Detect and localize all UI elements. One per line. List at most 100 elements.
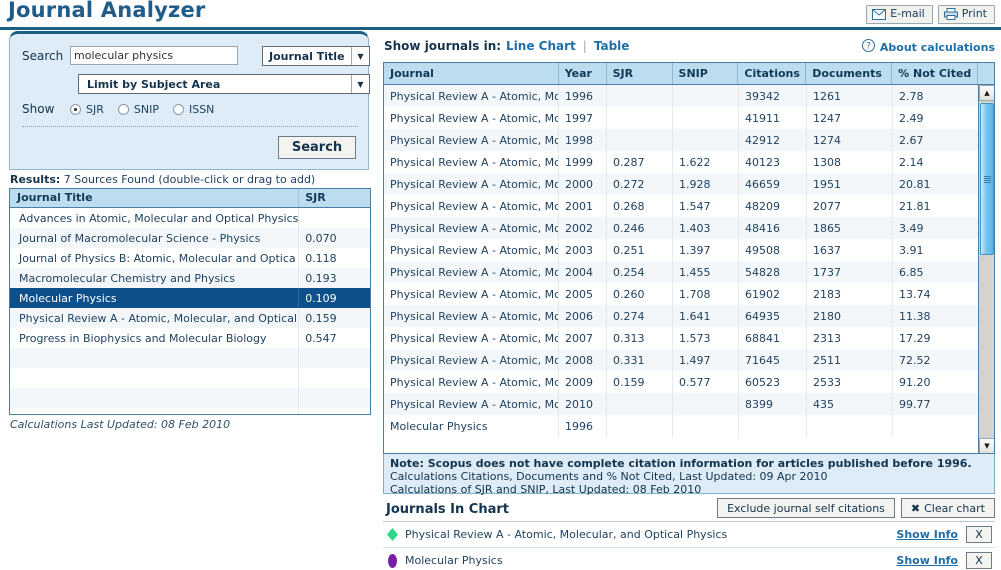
cell-citations: 39342 — [739, 85, 807, 107]
data-table-scrollbar[interactable]: ▲ ▼ — [978, 85, 994, 453]
cell-pct-not-cited: 11.38 — [899, 309, 931, 323]
column-year[interactable]: Year — [559, 63, 607, 84]
table-row[interactable]: Physical Review A - Atomic, Mc 2006 0.274 1… — [384, 305, 979, 327]
cell-snip: 1.708 — [673, 283, 739, 305]
show-info-link[interactable]: Show Info — [896, 528, 958, 541]
tab-line-chart[interactable]: Line Chart — [506, 39, 576, 53]
cell-citations: 49508 — [739, 239, 807, 261]
print-button[interactable]: Print — [937, 5, 995, 24]
results-row-empty — [10, 388, 370, 408]
cell-pct-not-cited: 20.81 — [899, 177, 931, 191]
results-row[interactable]: Progress in Biophysics and Molecular Bio… — [10, 328, 370, 348]
cell-snip — [673, 393, 739, 415]
cell-citations: 48209 — [739, 195, 807, 217]
cell-sjr: 0.159 — [607, 371, 673, 393]
email-button[interactable]: E-mail — [866, 5, 933, 24]
table-row[interactable]: Physical Review A - Atomic, Mc 2008 0.331 1… — [384, 349, 979, 371]
cell-snip: 1.497 — [673, 349, 739, 371]
radio-label-sjr: SJR — [86, 102, 104, 116]
show-info-link[interactable]: Show Info — [896, 554, 958, 567]
cell-snip: 1.455 — [673, 261, 739, 283]
journals-in-chart-actions: Exclude journal self citations ✖ Clear c… — [717, 498, 995, 518]
chart-legend-row: Physical Review A - Atomic, Molecular, a… — [383, 522, 995, 548]
column-pct-not-cited[interactable]: % Not Cited — [892, 63, 979, 84]
table-row[interactable]: Physical Review A - Atomic, Mc 2009 0.159 0… — [384, 371, 979, 393]
cell-journal: Physical Review A - Atomic, Mc — [384, 151, 559, 173]
results-row-sjr: 0.193 — [305, 271, 337, 285]
radio-label-snip: SNIP — [133, 102, 159, 116]
results-row[interactable]: Physical Review A - Atomic, Molecular, a… — [10, 308, 370, 328]
clear-chart-button[interactable]: ✖ Clear chart — [900, 498, 995, 518]
tab-table[interactable]: Table — [594, 39, 630, 53]
column-journal[interactable]: Journal — [384, 63, 559, 84]
cell-documents — [807, 415, 893, 437]
search-row: Search — [22, 46, 238, 65]
table-row[interactable]: Physical Review A - Atomic, Mc 1997 41911 1… — [384, 107, 979, 129]
cell-journal: Physical Review A - Atomic, Mc — [384, 107, 559, 129]
radio-option-issn[interactable]: ISSN — [172, 103, 214, 116]
column-documents[interactable]: Documents — [806, 63, 893, 84]
cell-sjr: 0.268 — [607, 195, 673, 217]
radio-option-sjr[interactable]: SJR — [70, 103, 104, 116]
results-table: Journal Title SJR Advances in Atomic, Mo… — [9, 188, 371, 415]
results-summary: Results: 7 Sources Found (double-click o… — [10, 173, 315, 186]
cell-snip — [673, 415, 739, 437]
cell-snip: 1.573 — [673, 327, 739, 349]
column-snip[interactable]: SNIP — [673, 63, 739, 84]
cell-pct-not-cited: 99.77 — [899, 397, 931, 411]
cell-pct-not-cited: 72.52 — [899, 353, 931, 367]
results-row-sjr: 0.070 — [305, 231, 337, 245]
scrollbar-grip — [983, 175, 991, 183]
table-row[interactable]: Physical Review A - Atomic, Mc 2005 0.260 1… — [384, 283, 979, 305]
table-row[interactable]: Physical Review A - Atomic, Mc 2003 0.251 1… — [384, 239, 979, 261]
remove-journal-button[interactable]: X — [966, 526, 992, 543]
search-input[interactable] — [70, 46, 238, 65]
table-row[interactable]: Physical Review A - Atomic, Mc 2010 8399 43… — [384, 393, 979, 415]
results-row[interactable]: Journal of Macromolecular Science - Phys… — [10, 228, 370, 248]
cell-sjr — [607, 393, 673, 415]
subject-area-dropdown-value: Limit by Subject Area — [87, 77, 221, 91]
cell-sjr: 0.251 — [607, 239, 673, 261]
results-row[interactable]: Journal of Physics B: Atomic, Molecular … — [10, 248, 370, 268]
table-row[interactable]: Physical Review A - Atomic, Mc 1999 0.287 1… — [384, 151, 979, 173]
remove-journal-button[interactable]: X — [966, 552, 992, 569]
results-row[interactable]: Molecular Physics 0.109 — [10, 288, 370, 308]
table-row[interactable]: Molecular Physics 1996 — [384, 415, 979, 437]
journal-data-table: Journal Year SJR SNIP Citations Document… — [383, 62, 995, 454]
cell-year: 2008 — [559, 349, 607, 371]
page-title: Journal Analyzer — [8, 0, 206, 22]
scroll-up-icon[interactable]: ▲ — [979, 85, 994, 101]
cell-citations: 48416 — [739, 217, 807, 239]
ellipse-marker-icon — [383, 553, 401, 568]
search-panel: Search Journal Title ▼ Limit by Subject … — [9, 31, 370, 170]
about-calculations-link[interactable]: ? About calculations — [861, 39, 995, 55]
table-row[interactable]: Physical Review A - Atomic, Mc 2000 0.272 1… — [384, 173, 979, 195]
radio-icon — [70, 103, 81, 115]
column-sjr[interactable]: SJR — [607, 63, 673, 84]
exclude-self-citations-button[interactable]: Exclude journal self citations — [717, 498, 895, 518]
table-row[interactable]: Physical Review A - Atomic, Mc 1996 39342 1… — [384, 85, 979, 107]
cell-pct-not-cited: 2.67 — [899, 133, 924, 147]
table-row[interactable]: Physical Review A - Atomic, Mc 2001 0.268 1… — [384, 195, 979, 217]
results-row[interactable]: Advances in Atomic, Molecular and Optica… — [10, 208, 370, 228]
cell-year: 1998 — [559, 129, 607, 151]
table-row[interactable]: Physical Review A - Atomic, Mc 2002 0.246 1… — [384, 217, 979, 239]
scroll-down-icon[interactable]: ▼ — [979, 438, 994, 453]
subject-area-dropdown[interactable]: Limit by Subject Area ▼ — [78, 74, 370, 94]
results-row-title: Journal of Physics B: Atomic, Molecular … — [10, 248, 300, 268]
table-row[interactable]: Physical Review A - Atomic, Mc 2007 0.313 1… — [384, 327, 979, 349]
table-row[interactable]: Physical Review A - Atomic, Mc 1998 42912 1… — [384, 129, 979, 151]
scrollbar-thumb[interactable] — [980, 103, 994, 255]
results-row-sjr: 0.118 — [305, 251, 337, 265]
table-row[interactable]: Physical Review A - Atomic, Mc 2004 0.254 1… — [384, 261, 979, 283]
search-label: Search — [22, 48, 64, 63]
cell-documents: 2183 — [807, 283, 893, 305]
radio-option-snip[interactable]: SNIP — [117, 102, 159, 116]
search-button[interactable]: Search — [278, 136, 356, 159]
cell-documents: 2511 — [807, 349, 893, 371]
diamond-marker-icon — [383, 528, 401, 541]
results-row[interactable]: Macromolecular Chemistry and Physics 0.19… — [10, 268, 370, 288]
search-field-dropdown[interactable]: Journal Title ▼ — [262, 46, 370, 66]
cell-sjr: 0.287 — [607, 151, 673, 173]
column-citations[interactable]: Citations — [738, 63, 807, 84]
